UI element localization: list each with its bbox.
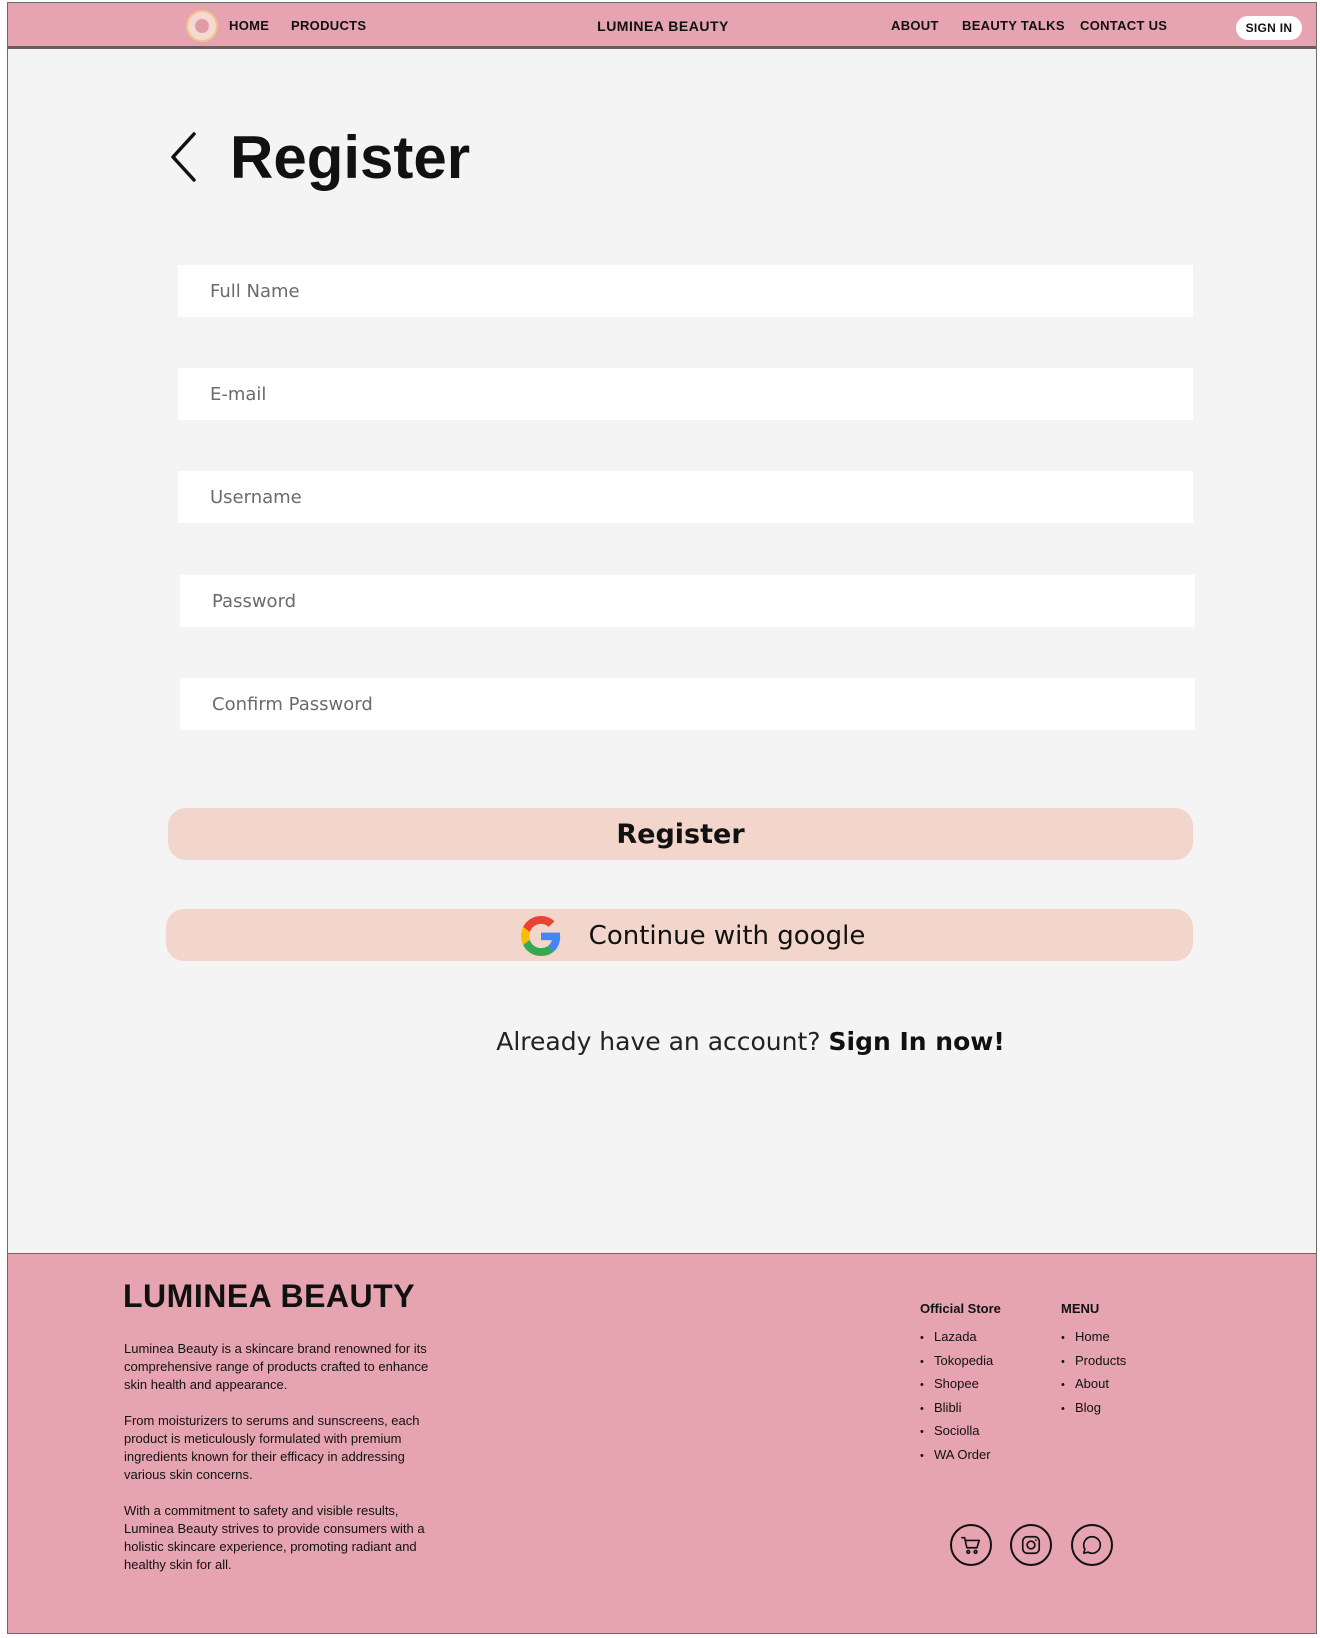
google-signin-button[interactable]: Continue with google	[166, 909, 1193, 961]
official-store-heading: Official Store	[920, 1301, 1001, 1316]
nav-beauty-talks-link[interactable]: BEAUTY TALKS	[962, 18, 1065, 33]
header-sign-in-button[interactable]: SIGN IN	[1236, 16, 1302, 40]
menu-heading: MENU	[1061, 1301, 1100, 1316]
footer-menu-products[interactable]: Products	[1061, 1350, 1126, 1374]
top-navbar: HOME PRODUCTS LUMINEA BEAUTY ABOUT BEAUT…	[8, 3, 1316, 49]
store-link-blibli[interactable]: Blibli	[920, 1397, 993, 1421]
email-field[interactable]	[178, 368, 1193, 420]
footer-menu-list: Home Products About Blog	[1061, 1326, 1126, 1420]
footer-brand-name: LUMINEA BEAUTY	[123, 1278, 416, 1314]
footer-menu-home[interactable]: Home	[1061, 1326, 1126, 1350]
password-field[interactable]	[180, 575, 1195, 627]
instagram-icon[interactable]	[1010, 1524, 1052, 1566]
nav-contact-us-link[interactable]: CONTACT US	[1080, 18, 1167, 33]
google-button-label: Continue with google	[588, 921, 866, 951]
store-link-tokopedia[interactable]: Tokopedia	[920, 1350, 993, 1374]
store-link-lazada[interactable]: Lazada	[920, 1326, 993, 1350]
shopping-cart-icon[interactable]	[950, 1524, 992, 1566]
signin-prompt: Already have an account? Sign In now!	[8, 1027, 1316, 1056]
nav-about-link[interactable]: ABOUT	[891, 18, 939, 33]
whatsapp-icon[interactable]	[1071, 1524, 1113, 1566]
confirm-password-field[interactable]	[180, 678, 1195, 730]
footer: LUMINEA BEAUTY Luminea Beauty is a skinc…	[8, 1253, 1316, 1633]
page-title: Register	[230, 124, 471, 191]
signin-prompt-text: Already have an account?	[496, 1027, 821, 1056]
username-field[interactable]	[178, 471, 1193, 523]
footer-menu-blog[interactable]: Blog	[1061, 1397, 1126, 1421]
footer-desc-paragraph: With a commitment to safety and visible …	[124, 1503, 425, 1572]
page-frame: HOME PRODUCTS LUMINEA BEAUTY ABOUT BEAUT…	[7, 2, 1317, 1634]
signin-now-link[interactable]: Sign In now!	[829, 1027, 1005, 1056]
register-button[interactable]: Register	[168, 808, 1193, 860]
footer-desc-paragraph: From moisturizers to serums and sunscree…	[124, 1413, 420, 1482]
official-store-list: Lazada Tokopedia Shopee Blibli Sociolla …	[920, 1326, 993, 1467]
footer-menu-about[interactable]: About	[1061, 1373, 1126, 1397]
store-link-sociolla[interactable]: Sociolla	[920, 1420, 993, 1444]
footer-description: Luminea Beauty is a skincare brand renow…	[124, 1340, 444, 1592]
store-link-wa-order[interactable]: WA Order	[920, 1444, 993, 1468]
footer-desc-paragraph: Luminea Beauty is a skincare brand renow…	[124, 1341, 429, 1392]
full-name-field[interactable]	[178, 265, 1193, 317]
back-arrow-icon[interactable]	[168, 130, 202, 184]
store-link-shopee[interactable]: Shopee	[920, 1373, 993, 1397]
